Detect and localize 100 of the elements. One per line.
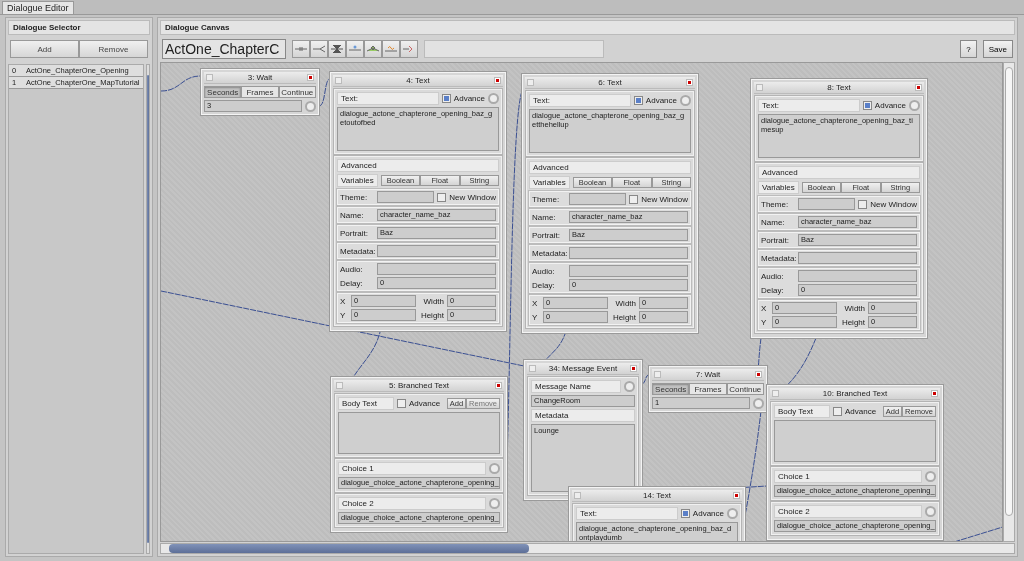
tab[interactable]: Continue	[726, 383, 764, 395]
choice-label: Choice 1	[774, 470, 922, 483]
checkbox[interactable]	[437, 192, 447, 202]
text-node[interactable]	[751, 79, 927, 338]
input-field[interactable]	[798, 270, 917, 282]
checkbox[interactable]	[441, 94, 451, 103]
field-label: Audio:	[761, 271, 785, 281]
node-title-bar[interactable]: 4: Text	[333, 75, 503, 87]
panel-title: Dialogue Selector	[8, 20, 150, 35]
checkbox[interactable]	[862, 101, 872, 110]
tab[interactable]: Frames	[689, 383, 727, 395]
checkbox[interactable]	[833, 407, 842, 416]
field-label: Metadata:	[761, 253, 795, 263]
text-area[interactable]	[774, 420, 936, 462]
tool-button[interactable]	[364, 40, 382, 58]
socket-icon[interactable]	[753, 397, 764, 409]
checkbox[interactable]	[633, 96, 643, 105]
scrollbar-thumb[interactable]	[1005, 67, 1013, 516]
checkbox-label: New Window	[641, 194, 688, 204]
node-title-bar[interactable]: 5: Branched Text	[334, 380, 504, 392]
selector-button[interactable]: Remove	[79, 40, 148, 58]
tab[interactable]: Frames	[241, 86, 279, 98]
square-icon[interactable]	[335, 77, 342, 84]
socket-icon[interactable]	[925, 506, 936, 517]
square-icon[interactable]	[206, 74, 213, 81]
checkbox[interactable]	[397, 399, 406, 408]
close-icon[interactable]	[630, 365, 637, 372]
field-label: X	[761, 303, 768, 313]
input-field[interactable]	[424, 40, 604, 58]
node-title-bar[interactable]: 14: Text	[572, 490, 742, 502]
close-icon[interactable]	[494, 77, 501, 84]
field-label: Name:	[532, 212, 557, 222]
input-field[interactable]	[798, 252, 917, 264]
help-button[interactable]: ?	[960, 40, 977, 58]
close-icon[interactable]	[733, 492, 740, 499]
socket-icon[interactable]	[488, 93, 499, 104]
node-title-bar[interactable]: 7: Wait	[652, 369, 764, 381]
field-label: Text:	[529, 94, 631, 107]
input-field[interactable]	[377, 191, 435, 203]
input-field[interactable]	[569, 265, 688, 277]
text-node[interactable]	[330, 72, 506, 331]
close-icon[interactable]	[307, 74, 314, 81]
input-field[interactable]	[798, 198, 856, 210]
node-title-bar[interactable]: 34: Message Event	[527, 363, 639, 375]
close-icon[interactable]	[686, 79, 693, 86]
close-icon[interactable]	[755, 371, 762, 378]
scrollbar-thumb[interactable]	[146, 75, 149, 543]
node-title-bar[interactable]: 3: Wait	[204, 72, 316, 84]
square-icon[interactable]	[654, 371, 661, 378]
tab[interactable]: Continue	[278, 86, 316, 98]
square-icon[interactable]	[772, 390, 779, 397]
square-icon[interactable]	[574, 492, 581, 499]
diamond-node-icon	[367, 45, 379, 53]
tool-button[interactable]	[328, 40, 346, 58]
checkbox[interactable]	[858, 199, 868, 209]
square-icon[interactable]	[336, 382, 343, 389]
scrollbar[interactable]	[1003, 62, 1015, 542]
field-label: Metadata	[531, 409, 635, 422]
checkbox[interactable]	[629, 194, 639, 204]
field-label: Width	[843, 303, 865, 313]
tab[interactable]: Seconds	[204, 86, 242, 98]
save-button[interactable]: Save	[982, 40, 1013, 58]
input-field[interactable]	[569, 193, 627, 205]
node-title-bar[interactable]: 10: Branched Text	[770, 388, 940, 400]
dialogue-name-field[interactable]: ActOne_ChapterC	[162, 39, 286, 59]
scrollbar[interactable]	[160, 543, 1015, 554]
selector-button[interactable]: Add	[10, 40, 79, 58]
socket-icon[interactable]	[925, 471, 936, 482]
input-field[interactable]	[569, 247, 688, 259]
editor-tab[interactable]: Dialogue Editor	[2, 1, 74, 14]
text-node[interactable]	[522, 74, 698, 333]
text-area[interactable]	[338, 412, 500, 454]
close-icon[interactable]	[495, 382, 502, 389]
field-label: X	[532, 298, 539, 308]
scrollbar-thumb[interactable]	[169, 544, 529, 553]
square-icon[interactable]	[529, 365, 536, 372]
node-title: 6: Text	[598, 78, 622, 87]
input-field[interactable]	[377, 245, 496, 257]
field-label: Height	[612, 312, 636, 322]
close-icon[interactable]	[931, 390, 938, 397]
scrollbar[interactable]	[145, 64, 150, 554]
socket-icon[interactable]	[489, 463, 500, 474]
socket-icon[interactable]	[305, 100, 316, 112]
socket-icon[interactable]	[909, 100, 920, 111]
checkbox[interactable]	[680, 509, 690, 518]
checkbox-label: New Window	[449, 192, 496, 202]
square-icon[interactable]	[527, 79, 534, 86]
socket-icon[interactable]	[624, 381, 635, 392]
square-icon[interactable]	[756, 84, 763, 91]
socket-icon[interactable]	[727, 508, 738, 519]
close-icon[interactable]	[915, 84, 922, 91]
branch-icon	[313, 45, 325, 53]
socket-icon[interactable]	[489, 498, 500, 509]
field-label: Y	[532, 312, 539, 322]
tool-button[interactable]	[292, 40, 310, 58]
input-field[interactable]	[377, 263, 496, 275]
tab[interactable]: Seconds	[652, 383, 690, 395]
node-title-bar[interactable]: 6: Text	[525, 77, 695, 89]
socket-icon[interactable]	[680, 95, 691, 106]
node-title-bar[interactable]: 8: Text	[754, 82, 924, 94]
